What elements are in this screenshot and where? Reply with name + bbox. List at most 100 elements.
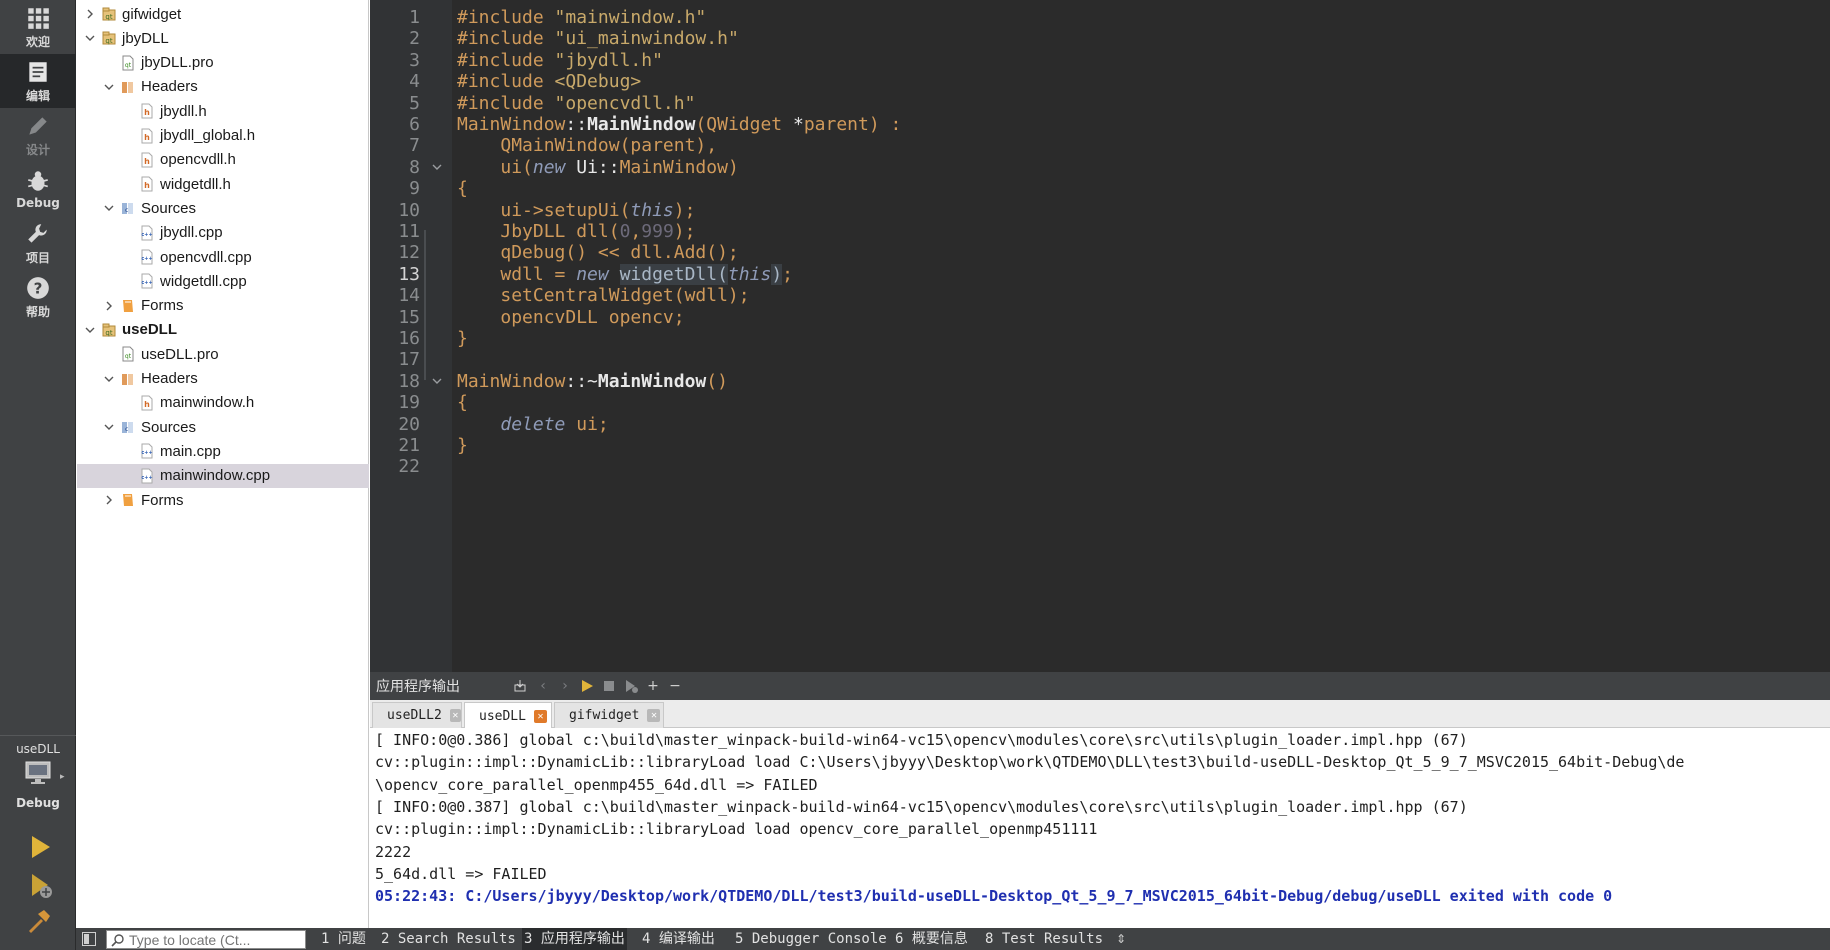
tree-item[interactable]: c++ opencvdll.cpp [77,245,369,269]
tree-item[interactable]: c++ mainwindow.cpp [77,463,369,488]
tree-item[interactable]: qt useDLL.pro [77,342,369,366]
mode-debug[interactable]: Debug [0,162,76,216]
fold-chevron-down-icon[interactable] [432,155,444,180]
code-token: "opencvdll.h" [554,92,696,114]
pane-button[interactable]: 4 编译输出 [642,928,715,950]
tree-item[interactable]: h widgetdll.h [77,172,369,196]
project-tree[interactable]: qt gifwidget qt jbyDLL qt jbyDLL.pro Headers h j… [77,0,369,928]
output-tab[interactable]: useDLL ✕ [464,702,552,729]
attach-debugger-button[interactable] [620,675,642,697]
zoom-out-button[interactable]: − [664,675,686,697]
attach-output-button[interactable] [510,675,532,697]
line-number: 22 [398,456,420,478]
debug-run-button[interactable] [24,870,54,900]
code-token: delete [500,413,566,435]
chevron-down-icon[interactable] [83,323,97,337]
tree-item-label: jbyDLL.pro [141,54,214,72]
chevron-down-icon[interactable] [102,80,116,94]
tree-item-label: Headers [141,370,198,387]
tree-item[interactable]: h mainwindow.h [77,391,369,415]
play-icon [582,680,593,692]
tree-item[interactable]: c++ jbydll.cpp [77,221,369,245]
next-item-button[interactable]: › [554,675,576,697]
mode-welcome[interactable]: 欢迎 [0,0,76,54]
rerun-button[interactable] [576,675,598,697]
tree-item[interactable]: qt useDLL [77,318,369,342]
monitor-icon [25,761,51,784]
tree-item-label: mainwindow.h [160,394,255,412]
code-token: QMainWindow(parent), [500,135,718,157]
pane-button[interactable]: 8 Test Results [985,928,1103,950]
pane-button[interactable]: 5 Debugger Console [735,928,887,950]
mode-design[interactable]: 设计 [0,108,76,162]
pane-button[interactable]: 6 概要信息 [895,928,968,950]
close-tab-icon[interactable]: ✕ [449,709,461,722]
chevron-down-icon[interactable] [102,372,116,386]
chevron-right-icon[interactable] [102,493,116,507]
pane-button[interactable]: 2 Search Results [381,928,516,950]
chevron-down-icon[interactable] [83,31,97,45]
toggle-sidebar-button[interactable] [82,932,96,946]
zoom-in-button[interactable]: + [642,675,664,697]
stop-button[interactable] [598,675,620,697]
output-tabs: useDLL2 ✕ useDLL ✕ gifwidget ✕ [370,700,1830,729]
code-token: ; [782,263,793,285]
tree-item[interactable]: h jbydll_global.h [77,124,369,148]
tree-item[interactable]: c Sources [77,196,369,220]
output-line: \opencv_core_parallel_openmp455_64d.dll … [375,775,818,794]
tree-item[interactable]: c++ main.cpp [77,439,369,463]
grid-icon [28,7,49,29]
locator-input[interactable] [129,931,299,948]
previous-item-button[interactable]: ‹ [532,675,554,697]
build-hammer-button[interactable] [24,906,54,936]
more-panes-arrow-icon[interactable]: ⇕ [1116,928,1126,950]
tree-item[interactable]: c Sources [77,415,369,439]
cpp-file-icon: c++ [139,273,155,289]
output-tab[interactable]: gifwidget ✕ [554,702,664,728]
pane-button[interactable]: 1 问题 [321,928,366,950]
code-editor[interactable]: 1 2 3 4 5 6 7 8 9 10 11 12 13 14 15 16 17 18 19 20 21 22 #inc… [370,0,1830,672]
tree-item[interactable]: Headers [77,367,369,391]
output-line: [ INFO:0@0.386] global c:\build\master_w… [375,731,1468,749]
mode-projects[interactable]: 项目 [0,216,76,270]
mode-help[interactable]: ? 帮助 [0,270,76,324]
output-tab[interactable]: useDLL2 ✕ [372,702,462,728]
svg-text:c++: c++ [141,256,152,262]
application-output-text[interactable]: [ INFO:0@0.386] global c:\build\master_w… [370,728,1830,928]
tree-item[interactable]: c++ widgetdll.cpp [77,269,369,293]
tree-item[interactable]: qt jbyDLL [77,26,369,50]
code-token: setCentralWidget(wdll); [500,285,750,307]
code-token: } [457,435,468,456]
output-pane-title: 应用程序输出 [376,679,460,695]
tree-item[interactable]: Forms [77,488,369,512]
tree-item[interactable]: qt gifwidget [77,2,369,26]
tree-item[interactable]: Forms [77,294,369,318]
code-token: Ui:: [565,156,620,178]
close-tab-icon[interactable]: ✕ [647,709,661,722]
kit-arrow-icon: ▸ [60,772,65,782]
tree-item[interactable]: qt jbyDLL.pro [77,51,369,75]
run-button[interactable] [24,832,54,862]
locator[interactable] [106,930,306,949]
header-file-icon: h [139,103,155,119]
svg-text:h: h [144,133,150,142]
close-tab-icon[interactable]: ✕ [533,709,547,723]
header-file-icon: h [139,152,155,168]
chevron-down-icon[interactable] [102,420,116,434]
tree-item-label: Sources [141,199,197,217]
mode-selector-bar: 欢迎 编辑 设计 Debug 项目 ? 帮助 useDLL ▸ Debug [0,0,76,950]
sources-folder-icon: c [120,200,136,216]
tree-item[interactable]: h opencvdll.h [77,148,369,172]
chevron-down-icon[interactable] [102,201,116,215]
tree-item[interactable]: h jbydll.h [77,99,369,123]
kit-selector[interactable]: useDLL ▸ Debug [0,740,76,818]
fold-chevron-down-icon[interactable] [432,369,444,394]
chevron-right-icon[interactable] [83,7,97,21]
pane-button[interactable]: 3 应用程序输出 [522,928,627,950]
mode-edit[interactable]: 编辑 [0,54,76,108]
tree-item[interactable]: Headers [77,75,369,99]
chevron-right-icon[interactable] [102,299,116,313]
